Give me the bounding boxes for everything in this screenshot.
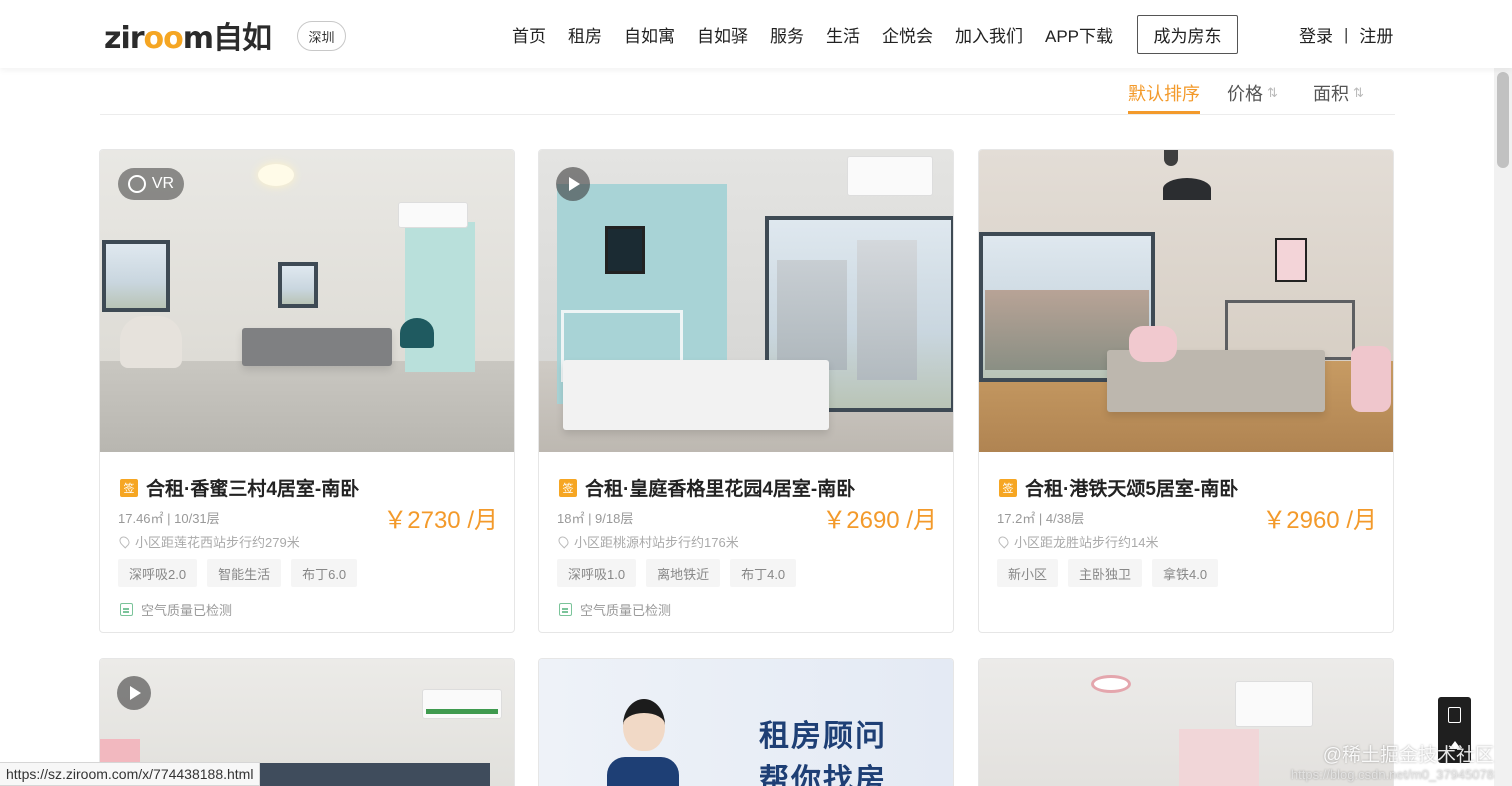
air-quality-note: 空气质量已检测 [559, 600, 671, 619]
listing-tag: 布丁6.0 [291, 559, 358, 587]
listing-meta: 17.2㎡ | 4/38层 [997, 511, 1085, 526]
listing-location: 小区距莲花西站步行约279米 [117, 532, 300, 551]
sort-active-underline [1128, 111, 1200, 114]
signed-icon: 签 [120, 478, 138, 497]
air-check-icon [120, 603, 133, 616]
listing-tag: 新小区 [997, 559, 1059, 587]
signed-icon: 签 [999, 478, 1017, 497]
video-play-icon[interactable] [117, 676, 151, 710]
air-quality-text: 空气质量已检测 [141, 603, 233, 618]
promo-line-1: 租房顾问 [759, 720, 887, 753]
nav-service[interactable]: 服务 [770, 22, 804, 47]
listing-title[interactable]: 合租·港铁天颂5居室-南卧 [1025, 474, 1238, 501]
login-link[interactable]: 登录 [1299, 22, 1333, 47]
air-quality-note: 空气质量已检测 [120, 600, 232, 619]
nav-ziroom-apartment[interactable]: 自如寓 [624, 22, 675, 47]
location-pin-icon [556, 534, 571, 549]
sort-arrows-icon: ⇅ [1267, 85, 1278, 100]
status-bar-url: https://sz.ziroom.com/x/774438188.html [0, 762, 261, 786]
consultant-avatar [607, 699, 679, 786]
listing-card[interactable]: 签 合租·港铁天颂5居室-南卧 17.2㎡ | 4/38层 ￥2960 /月 小… [978, 149, 1394, 633]
nav-home[interactable]: 首页 [512, 22, 546, 47]
listing-title[interactable]: 合租·香蜜三村4居室-南卧 [146, 474, 359, 501]
nav-life[interactable]: 生活 [826, 22, 860, 47]
air-quality-text: 空气质量已检测 [580, 603, 672, 618]
listing-tag: 布丁4.0 [730, 559, 797, 587]
vr-label: VR [151, 175, 175, 192]
listing-tag: 深呼吸1.0 [557, 559, 637, 587]
auth-separator: | [1344, 24, 1349, 44]
city-selector[interactable]: 深圳 [297, 21, 346, 51]
listing-price: ￥2690 /月 [822, 507, 937, 534]
watermark-line-1: @稀土掘金技术社区 [1322, 745, 1494, 766]
sort-bar: 默认排序 价格 ⇅ 面积 ⇅ [100, 70, 1395, 115]
page-scrollbar[interactable] [1494, 68, 1512, 786]
sort-price[interactable]: 价格 ⇅ [1227, 80, 1278, 106]
listing-title[interactable]: 合租·皇庭香格里花园4居室-南卧 [585, 474, 855, 501]
register-link[interactable]: 注册 [1359, 22, 1393, 47]
site-header: ziroom自如 深圳 首页 租房 自如寓 自如驿 服务 生活 企悦会 加入我们… [0, 0, 1512, 68]
nav-ziroom-inn[interactable]: 自如驿 [697, 22, 748, 47]
sort-arrows-icon: ⇅ [1353, 85, 1364, 100]
main-nav: 首页 租房 自如寓 自如驿 服务 生活 企悦会 加入我们 APP下载 [512, 0, 1135, 68]
location-text: 小区距莲花西站步行约279米 [135, 535, 300, 550]
auth-links: 登录 | 注册 [1299, 22, 1393, 47]
room-image [979, 150, 1393, 452]
promo-line-2: 帮你找房 [759, 764, 887, 786]
room-image [539, 150, 953, 452]
location-pin-icon [996, 534, 1011, 549]
listing-meta: 17.46㎡ | 10/31层 [118, 511, 220, 526]
signed-icon: 签 [559, 478, 577, 497]
scrollbar-thumb[interactable] [1497, 72, 1509, 168]
listing-tag: 离地铁近 [646, 559, 721, 587]
ziroom-logo[interactable]: ziroom自如 [104, 20, 272, 56]
listing-price: ￥2730 /月 [383, 507, 498, 534]
listing-tags: 新小区 主卧独卫 拿铁4.0 [997, 559, 1228, 587]
consultant-promo-card[interactable]: 租房顾问 帮你找房 [538, 658, 954, 786]
listing-location: 小区距桃源村站步行约176米 [556, 532, 739, 551]
become-landlord-button[interactable]: 成为房东 [1137, 15, 1238, 54]
nav-rent[interactable]: 租房 [568, 22, 602, 47]
listing-title-row[interactable]: 签 合租·香蜜三村4居室-南卧 [120, 474, 359, 501]
sort-price-label: 价格 [1227, 84, 1263, 104]
listing-info: 签 合租·香蜜三村4居室-南卧 17.46㎡ | 10/31层 ￥2730 /月… [100, 452, 514, 632]
location-pin-icon [117, 534, 132, 549]
watermark-line-2: https://blog.csdn.net/m0_37945078 [1290, 767, 1494, 782]
sort-area[interactable]: 面积 ⇅ [1313, 80, 1364, 106]
listing-photo[interactable]: VR [100, 150, 514, 452]
sort-default[interactable]: 默认排序 [1128, 80, 1200, 106]
nav-join-us[interactable]: 加入我们 [955, 22, 1023, 47]
listing-price: ￥2960 /月 [1262, 507, 1377, 534]
listing-card[interactable]: 签 合租·皇庭香格里花园4居室-南卧 18㎡ | 9/18层 ￥2690 /月 … [538, 149, 954, 633]
listing-tags: 深呼吸2.0 智能生活 布丁6.0 [118, 559, 367, 587]
sort-area-label: 面积 [1313, 84, 1349, 104]
vr-badge[interactable]: VR [118, 168, 184, 200]
document-icon[interactable] [1448, 707, 1461, 723]
nav-enterprise[interactable]: 企悦会 [882, 22, 933, 47]
listing-card[interactable]: VR 签 合租·香蜜三村4居室-南卧 17.46㎡ | 10/31层 ￥2730… [99, 149, 515, 633]
listing-title-row[interactable]: 签 合租·皇庭香格里花园4居室-南卧 [559, 474, 855, 501]
listing-info: 签 合租·皇庭香格里花园4居室-南卧 18㎡ | 9/18层 ￥2690 /月 … [539, 452, 953, 632]
listing-photo[interactable] [539, 150, 953, 452]
nav-app-download[interactable]: APP下载 [1045, 22, 1113, 47]
listing-info: 签 合租·港铁天颂5居室-南卧 17.2㎡ | 4/38层 ￥2960 /月 小… [979, 452, 1393, 632]
listing-title-row[interactable]: 签 合租·港铁天颂5居室-南卧 [999, 474, 1238, 501]
location-text: 小区距龙胜站步行约14米 [1014, 535, 1159, 550]
listing-tag: 主卧独卫 [1068, 559, 1143, 587]
video-play-icon[interactable] [556, 167, 590, 201]
location-text: 小区距桃源村站步行约176米 [574, 535, 739, 550]
listing-location: 小区距龙胜站步行约14米 [996, 532, 1159, 551]
listing-photo[interactable] [979, 150, 1393, 452]
watermark: @稀土掘金技术社区 https://blog.csdn.net/m0_37945… [1280, 740, 1494, 782]
listing-tag: 拿铁4.0 [1152, 559, 1219, 587]
listing-tag: 深呼吸2.0 [118, 559, 198, 587]
sort-default-label: 默认排序 [1128, 84, 1200, 104]
air-check-icon [559, 603, 572, 616]
logo-wordmark: ziroom自如 [104, 21, 272, 56]
listing-tag: 智能生活 [207, 559, 282, 587]
listing-meta: 18㎡ | 9/18层 [557, 511, 634, 526]
consultant-promo: 租房顾问 帮你找房 [539, 659, 953, 786]
vr-icon [127, 175, 146, 193]
listing-tags: 深呼吸1.0 离地铁近 布丁4.0 [557, 559, 806, 587]
